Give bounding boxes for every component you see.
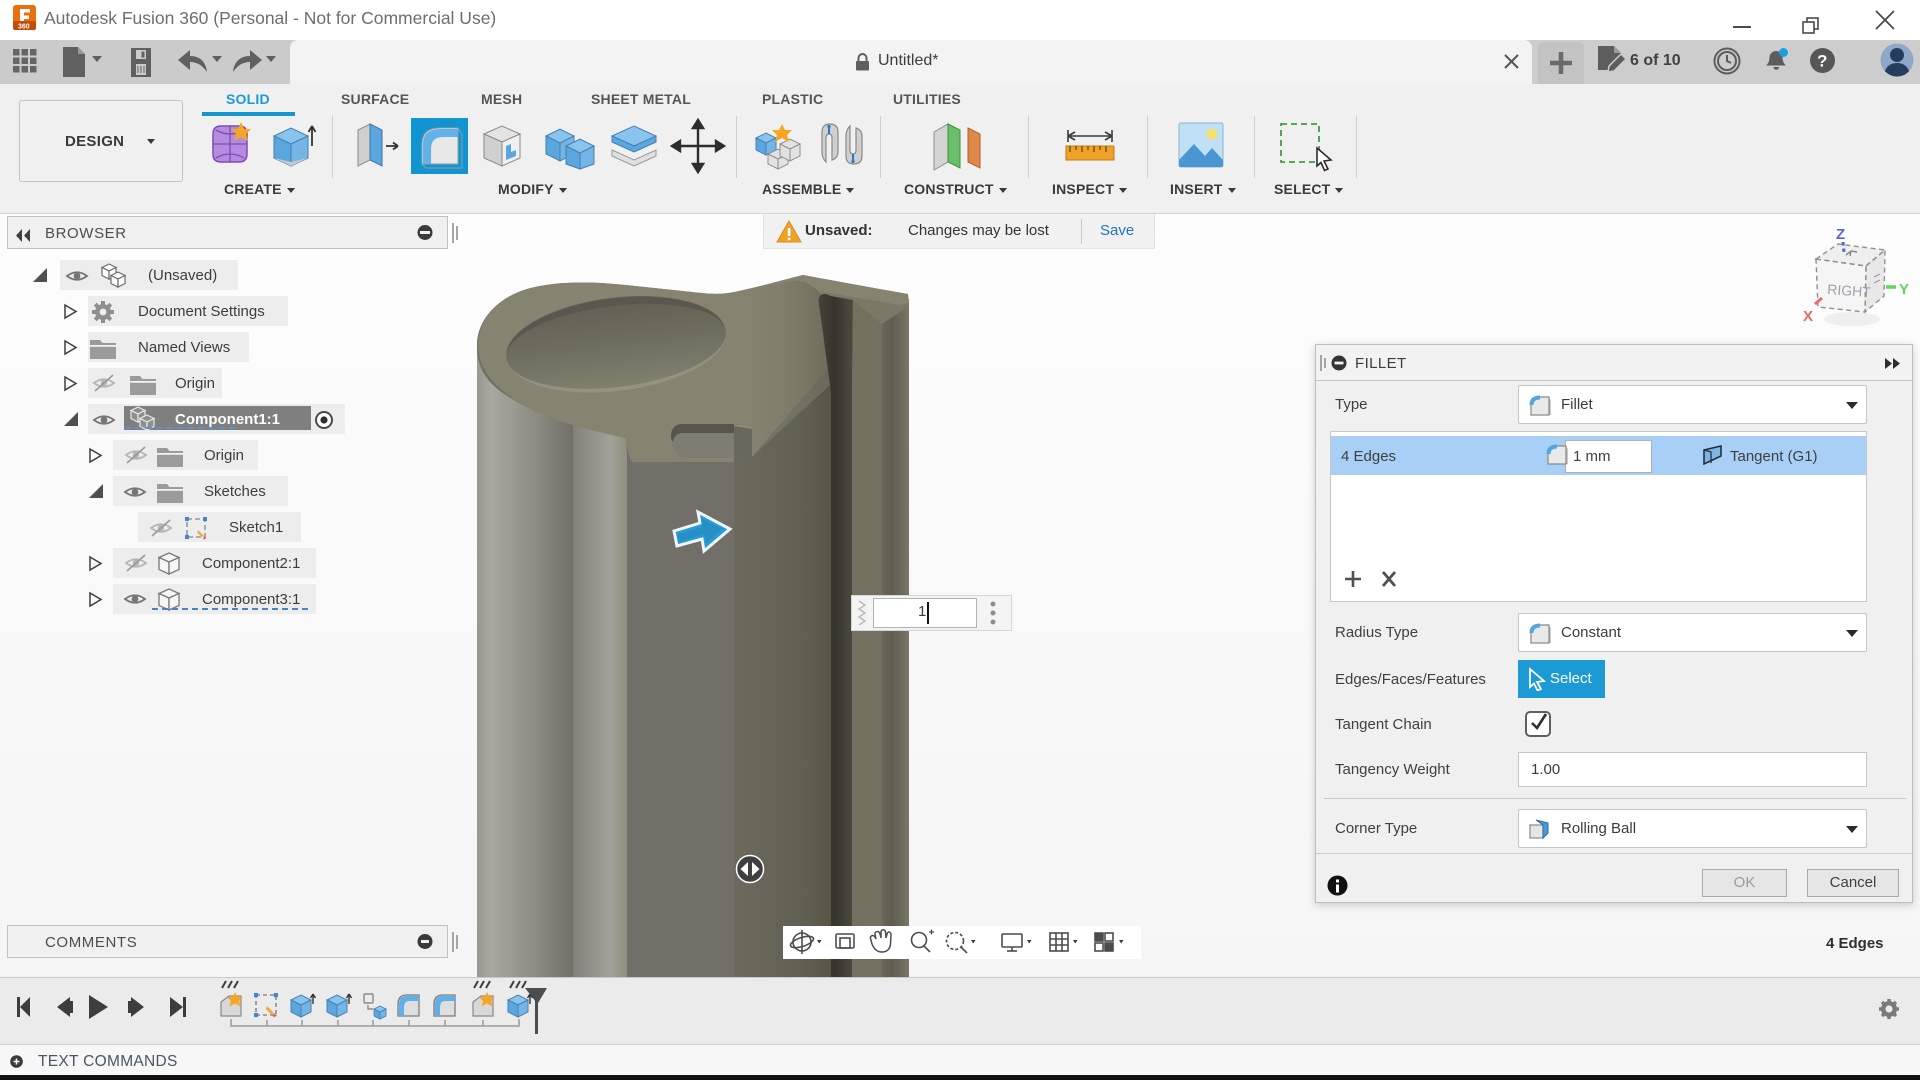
svg-text:RIGHT: RIGHT <box>1827 281 1872 300</box>
svg-text:360: 360 <box>18 24 30 31</box>
svg-text:X: X <box>1803 308 1813 325</box>
svg-text:Y: Y <box>1899 281 1909 298</box>
svg-text:Z: Z <box>1836 226 1845 243</box>
svg-text:?: ? <box>1817 52 1827 71</box>
